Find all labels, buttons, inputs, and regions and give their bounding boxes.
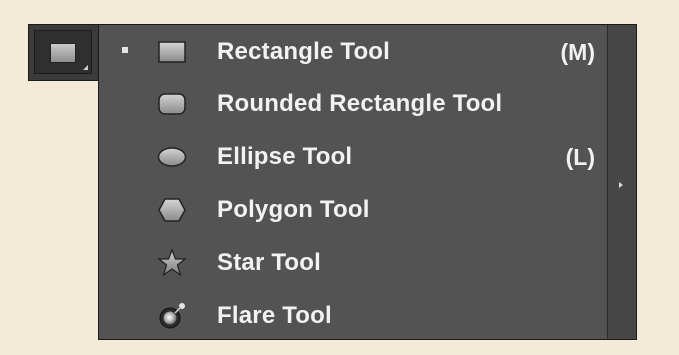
rectangle-icon [158, 41, 186, 63]
rectangle-icon [50, 43, 76, 63]
ellipse-icon [157, 147, 187, 167]
rectangle-tool-button[interactable] [34, 30, 92, 74]
menu-item-flare-tool[interactable]: Flare Tool [99, 291, 609, 341]
rounded-rectangle-icon [158, 93, 186, 115]
menu-item-shortcut: (L) [565, 144, 595, 170]
menu-item-label: Flare Tool [217, 302, 332, 329]
menu-item-star-tool[interactable]: Star Tool [99, 238, 609, 288]
flyout-indicator-icon [83, 65, 88, 70]
menu-item-label: Star Tool [217, 249, 322, 276]
menu-item-ellipse-tool[interactable]: Ellipse Tool (L) [99, 132, 609, 182]
menu-item-shortcut: (M) [560, 39, 595, 65]
flyout-list: Rectangle Tool (M) Rounded Rectangle Too… [99, 25, 609, 339]
active-bullet-icon [122, 47, 128, 53]
toolbar-tool-well [28, 24, 98, 81]
menu-item-rounded-rectangle-tool[interactable]: Rounded Rectangle Tool [99, 79, 609, 129]
shape-tools-flyout: Rectangle Tool (M) Rounded Rectangle Too… [98, 24, 637, 340]
polygon-icon [158, 198, 186, 222]
tearoff-strip[interactable] [607, 25, 636, 339]
menu-item-label: Ellipse Tool [217, 143, 353, 170]
menu-item-label: Rectangle Tool [217, 38, 391, 65]
menu-item-label: Polygon Tool [217, 196, 370, 223]
star-icon [157, 248, 187, 277]
tearoff-arrow-icon [619, 182, 623, 188]
menu-item-polygon-tool[interactable]: Polygon Tool [99, 185, 609, 235]
menu-item-rectangle-tool[interactable]: Rectangle Tool (M) [99, 27, 609, 77]
menu-item-label: Rounded Rectangle Tool [217, 90, 503, 117]
flare-icon [159, 303, 185, 329]
